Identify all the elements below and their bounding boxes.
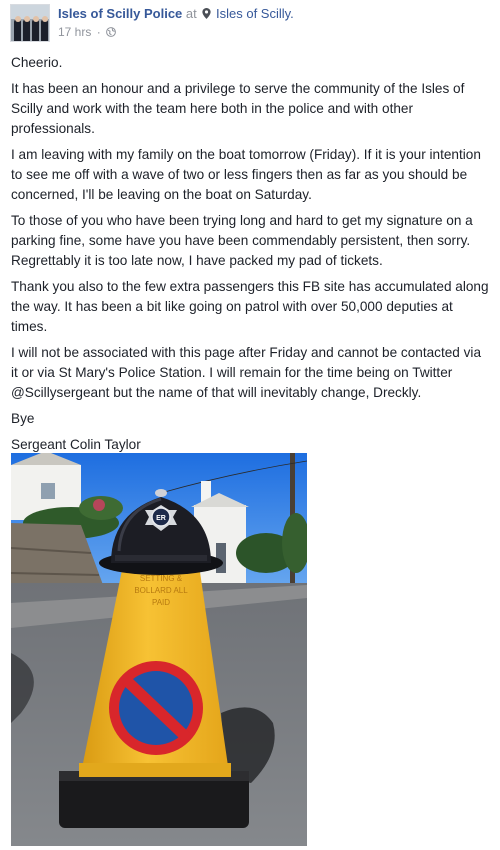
page-avatar[interactable]	[10, 4, 50, 42]
post-paragraph: I will not be associated with this page …	[11, 345, 482, 400]
facebook-post: Isles of Scilly Police at Isles of Scill…	[0, 0, 500, 850]
post-body: Cheerio. It has been an honour and a pri…	[11, 53, 489, 461]
post-author-line: Isles of Scilly Police at Isles of Scill…	[58, 5, 294, 22]
cone-stencil-text: SETTING &	[140, 574, 183, 583]
meta-separator: ·	[96, 25, 101, 39]
post-paragraph: To those of you who have been trying lon…	[11, 213, 473, 268]
cone-stencil-text: BOLLARD ALL	[134, 586, 188, 595]
page-name-link[interactable]: Isles of Scilly Police	[58, 6, 182, 21]
post-paragraph: I am leaving with my family on the boat …	[11, 147, 481, 202]
cone-stencil-text: PAID	[152, 598, 170, 607]
post-paragraph: Bye	[11, 411, 35, 426]
map-pin-icon	[202, 8, 211, 19]
post-photo[interactable]: SETTING & BOLLARD ALL PAID ER	[11, 453, 307, 846]
post-timestamp[interactable]: 17 hrs	[58, 25, 91, 39]
post-header: Isles of Scilly Police at Isles of Scill…	[10, 4, 294, 42]
globe-icon[interactable]	[106, 27, 116, 37]
helmet-badge-text: ER	[156, 515, 166, 522]
location-link[interactable]: Isles of Scilly.	[216, 6, 294, 21]
post-signature: Sergeant Colin Taylor	[11, 437, 141, 452]
post-paragraph: It has been an honour and a privilege to…	[11, 81, 465, 136]
helmet-on-cone-illustration: SETTING & BOLLARD ALL PAID ER	[11, 453, 307, 846]
no-parking-sign	[109, 661, 203, 755]
post-paragraph: Cheerio.	[11, 55, 63, 70]
post-meta: Isles of Scilly Police at Isles of Scill…	[58, 4, 294, 42]
post-paragraph: Thank you also to the few extra passenge…	[11, 279, 489, 334]
post-time-line: 17 hrs ·	[58, 25, 294, 39]
at-label: at	[185, 6, 197, 21]
